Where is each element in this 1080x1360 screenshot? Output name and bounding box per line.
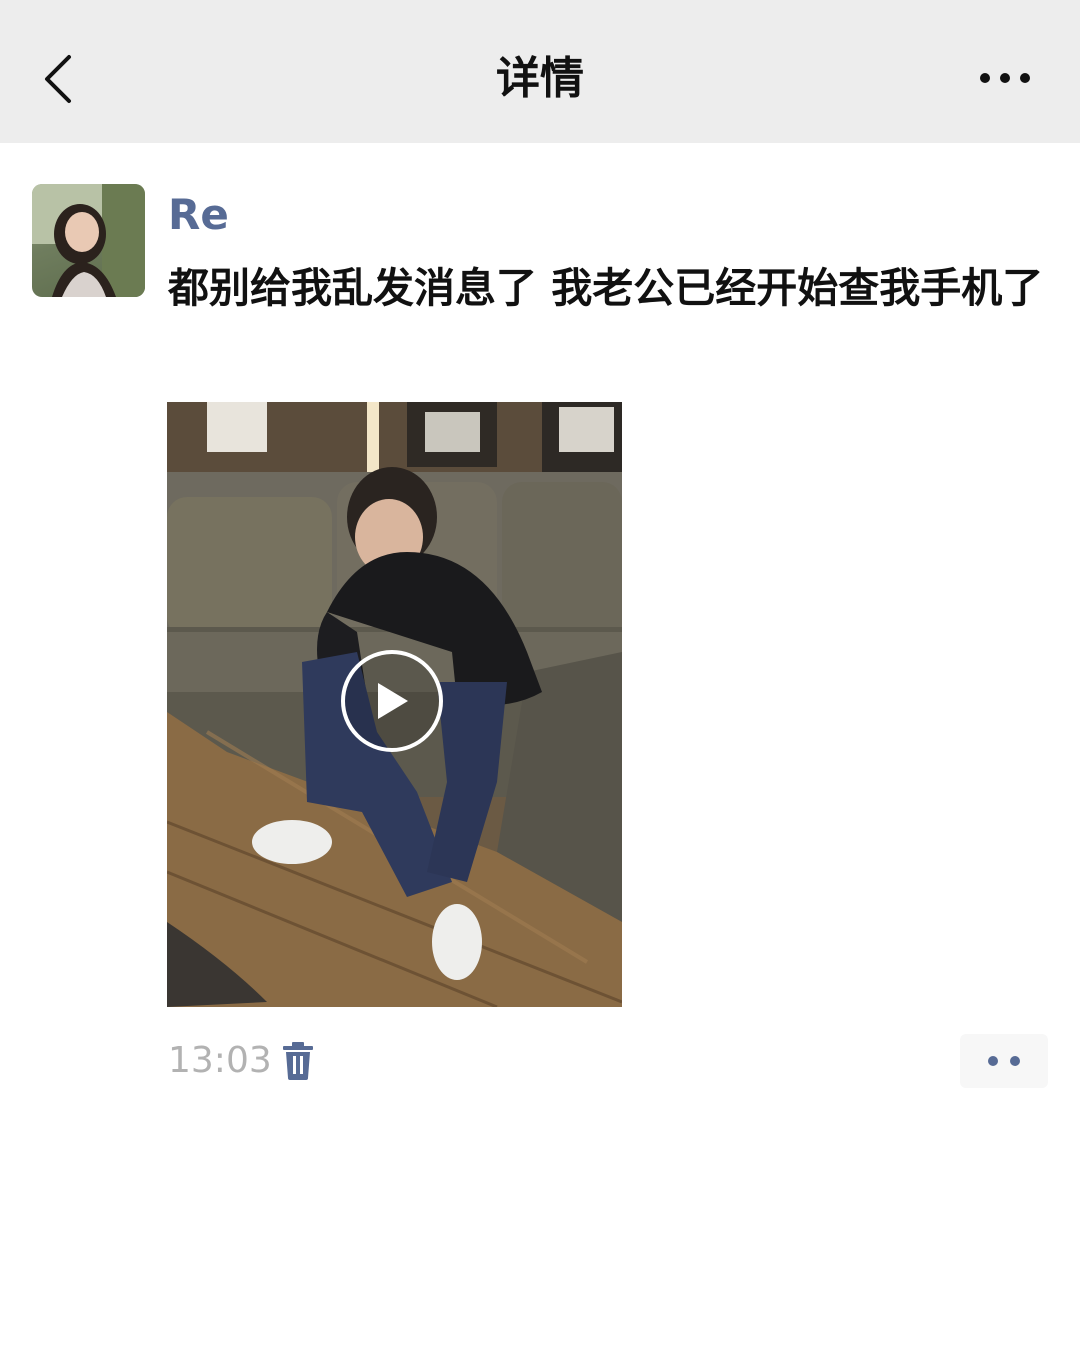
play-icon — [378, 683, 408, 719]
post-text: 都别给我乱发消息了 我老公已经开始查我手机了 — [168, 264, 1044, 312]
play-button[interactable] — [341, 650, 443, 752]
more-options-button[interactable] — [970, 58, 1040, 98]
more-dot — [1000, 73, 1010, 83]
trash-icon-svg — [283, 1042, 313, 1080]
video-thumbnail[interactable] — [167, 402, 622, 1007]
comment-like-button[interactable] — [960, 1034, 1048, 1088]
post-timestamp: 13:03 — [168, 1040, 272, 1081]
trash-icon[interactable] — [282, 1042, 314, 1080]
avatar[interactable] — [32, 184, 145, 297]
action-dot — [1010, 1056, 1020, 1066]
more-dot — [1020, 73, 1030, 83]
navigation-bar: 详情 — [0, 0, 1080, 143]
page-title: 详情 — [496, 53, 584, 104]
poster-name[interactable]: Re — [168, 190, 229, 240]
avatar-photo — [32, 184, 145, 297]
comment-like-dots-icon — [988, 1056, 998, 1066]
more-horizontal-icon — [980, 73, 990, 83]
